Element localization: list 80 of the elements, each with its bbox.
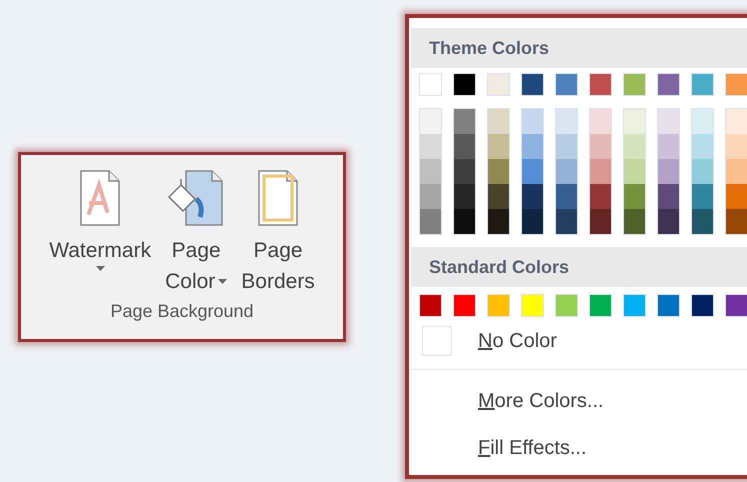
menu-item[interactable]: No Color xyxy=(478,330,557,352)
color-swatch[interactable] xyxy=(691,294,714,317)
section-header: Theme Colors xyxy=(411,28,747,68)
color-swatch[interactable] xyxy=(623,294,646,317)
color-swatch[interactable] xyxy=(419,294,442,317)
color-swatch[interactable] xyxy=(521,294,544,317)
color-swatch[interactable] xyxy=(726,134,747,159)
color-swatch[interactable] xyxy=(556,159,577,184)
color-swatch[interactable] xyxy=(590,109,611,134)
color-swatch[interactable] xyxy=(556,209,577,234)
color-swatch[interactable] xyxy=(454,209,475,234)
color-swatch[interactable] xyxy=(624,209,645,234)
color-swatch[interactable] xyxy=(488,159,509,184)
section-header: Standard Colors xyxy=(411,247,747,287)
color-swatch[interactable] xyxy=(454,159,475,184)
color-swatch[interactable] xyxy=(555,73,578,96)
empty-swatch xyxy=(422,326,452,356)
color-swatch[interactable] xyxy=(624,134,645,159)
menu-item[interactable]: Fill Effects... xyxy=(478,437,587,460)
color-swatch[interactable] xyxy=(590,134,611,159)
color-swatch[interactable] xyxy=(657,73,680,96)
color-swatch[interactable] xyxy=(624,109,645,134)
page-borders-button[interactable]: Page Borders xyxy=(239,169,317,297)
color-swatch[interactable] xyxy=(726,159,747,184)
color-swatch[interactable] xyxy=(454,184,475,209)
color-swatch[interactable] xyxy=(658,134,679,159)
color-swatch[interactable] xyxy=(692,109,713,134)
color-swatch[interactable] xyxy=(590,159,611,184)
color-swatch[interactable] xyxy=(522,134,543,159)
color-swatch[interactable] xyxy=(726,184,747,209)
color-swatch[interactable] xyxy=(692,159,713,184)
color-swatch[interactable] xyxy=(488,209,509,234)
color-swatch[interactable] xyxy=(420,184,441,209)
color-swatch[interactable] xyxy=(420,209,441,234)
color-swatch[interactable] xyxy=(726,209,747,234)
color-swatch[interactable] xyxy=(726,109,747,134)
watermark-button[interactable]: Watermark xyxy=(47,169,154,297)
color-swatch[interactable] xyxy=(624,159,645,184)
color-swatch[interactable] xyxy=(487,73,510,96)
color-swatch[interactable] xyxy=(556,184,577,209)
color-swatch[interactable] xyxy=(453,73,476,96)
color-swatch[interactable] xyxy=(522,159,543,184)
color-swatch[interactable] xyxy=(454,109,475,134)
color-swatch[interactable] xyxy=(692,184,713,209)
color-swatch[interactable] xyxy=(590,209,611,234)
color-swatch[interactable] xyxy=(589,294,612,317)
color-swatch[interactable] xyxy=(420,109,441,134)
color-swatch[interactable] xyxy=(488,134,509,159)
color-swatch[interactable] xyxy=(658,109,679,134)
color-swatch[interactable] xyxy=(488,109,509,134)
color-swatch[interactable] xyxy=(420,159,441,184)
color-swatch[interactable] xyxy=(487,294,510,317)
color-swatch[interactable] xyxy=(522,109,543,134)
color-swatch[interactable] xyxy=(521,73,544,96)
color-swatch[interactable] xyxy=(590,184,611,209)
color-swatch[interactable] xyxy=(454,134,475,159)
color-swatch[interactable] xyxy=(725,294,747,317)
color-swatch[interactable] xyxy=(624,184,645,209)
color-swatch[interactable] xyxy=(658,209,679,234)
color-swatch[interactable] xyxy=(658,159,679,184)
menu-item[interactable]: More Colors... xyxy=(478,390,604,413)
color-swatch[interactable] xyxy=(725,73,747,96)
color-swatch[interactable] xyxy=(488,184,509,209)
color-swatch[interactable] xyxy=(453,294,476,317)
color-swatch[interactable] xyxy=(691,73,714,96)
color-swatch[interactable] xyxy=(556,109,577,134)
page-color-button[interactable]: Page Color xyxy=(163,169,230,297)
color-swatch[interactable] xyxy=(692,134,713,159)
color-swatch[interactable] xyxy=(522,209,543,234)
color-swatch[interactable] xyxy=(522,184,543,209)
color-swatch[interactable] xyxy=(555,294,578,317)
color-swatch[interactable] xyxy=(658,184,679,209)
group-title: Page Background xyxy=(110,301,254,322)
color-swatch[interactable] xyxy=(556,134,577,159)
color-swatch[interactable] xyxy=(420,134,441,159)
color-swatch[interactable] xyxy=(589,73,612,96)
color-swatch[interactable] xyxy=(419,73,442,96)
color-swatch[interactable] xyxy=(692,209,713,234)
color-swatch[interactable] xyxy=(623,73,646,96)
color-swatch[interactable] xyxy=(657,294,680,317)
